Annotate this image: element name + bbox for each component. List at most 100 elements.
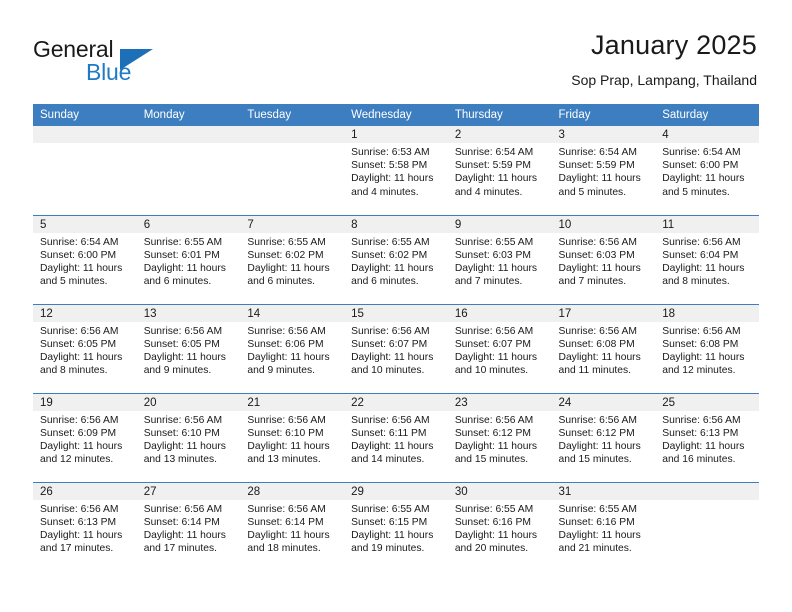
calendar-day-cell[interactable]: 18 Sunrise: 6:56 AM Sunset: 6:08 PM Dayligh… (655, 303, 759, 393)
day-detail-daylight2: and 6 minutes. (351, 276, 419, 288)
day-detail-sunrise: Sunrise: 6:56 AM (454, 414, 534, 426)
day-detail-sunrise: Sunrise: 6:54 AM (558, 147, 637, 158)
day-details: Sunrise: 6:55 AM Sunset: 6:02 PM Daylight:… (344, 233, 448, 289)
calendar-day-cell[interactable]: 28 Sunrise: 6:56 AM Sunset: 6:14 PM Dayligh… (240, 481, 345, 571)
calendar-day-cell[interactable]: 23 Sunrise: 6:56 AM Sunset: 6:12 PM Dayligh… (447, 392, 552, 482)
day-details: Sunrise: 6:56 AM Sunset: 6:04 PM Daylight:… (655, 233, 759, 289)
day-details: Sunrise: 6:54 AM Sunset: 6:00 PM Daylight:… (33, 233, 137, 289)
day-detail-sunset: Sunset: 6:11 PM (351, 427, 427, 439)
calendar-day-cell[interactable]: 29 Sunrise: 6:55 AM Sunset: 6:15 PM Dayligh… (344, 481, 448, 571)
day-detail-daylight1: Daylight: 11 hours (662, 262, 745, 274)
day-detail-daylight2: and 12 minutes. (662, 365, 736, 377)
day-detail-sunrise: Sunrise: 6:56 AM (40, 325, 119, 337)
day-detail-daylight2: and 14 minutes. (351, 454, 425, 466)
day-detail-sunrise: Sunrise: 6:56 AM (247, 503, 326, 515)
day-detail-daylight1: Daylight: 11 hours (143, 529, 226, 541)
day-details: Sunrise: 6:56 AM Sunset: 6:14 PM Daylight:… (240, 500, 344, 556)
day-detail-sunrise: Sunrise: 6:56 AM (351, 414, 430, 426)
day-detail-sunrise: Sunrise: 6:56 AM (247, 414, 326, 426)
calendar-day-cell[interactable]: 17 Sunrise: 6:56 AM Sunset: 6:08 PM Dayligh… (551, 303, 656, 393)
day-detail-daylight2: and 17 minutes. (40, 543, 114, 555)
calendar-day-cell[interactable]: 4 Sunrise: 6:54 AM Sunset: 6:00 PM Daylight… (655, 126, 759, 215)
day-detail-sunset: Sunset: 6:06 PM (247, 338, 324, 350)
day-number: 3 (551, 126, 656, 143)
calendar-day-cell[interactable]: 2 Sunrise: 6:54 AM Sunset: 5:59 PM Daylight… (447, 126, 552, 215)
calendar-day-cell-empty (240, 126, 345, 215)
calendar-day-cell-empty (655, 481, 759, 571)
day-detail-sunrise: Sunrise: 6:55 AM (247, 236, 326, 248)
day-number: 26 (33, 482, 137, 500)
day-detail-sunset: Sunset: 6:08 PM (558, 338, 635, 350)
day-detail-sunset: Sunset: 6:08 PM (662, 338, 739, 350)
day-detail-daylight2: and 19 minutes. (351, 543, 425, 555)
calendar-day-cell[interactable]: 10 Sunrise: 6:56 AM Sunset: 6:03 PM Dayligh… (551, 214, 656, 304)
calendar-day-cell[interactable]: 22 Sunrise: 6:56 AM Sunset: 6:11 PM Dayligh… (344, 392, 448, 482)
calendar-day-cell[interactable]: 5 Sunrise: 6:54 AM Sunset: 6:00 PM Daylight… (33, 214, 137, 304)
day-detail-sunset: Sunset: 6:10 PM (143, 427, 220, 439)
day-number: 22 (344, 393, 448, 411)
calendar-day-cell[interactable]: 26 Sunrise: 6:56 AM Sunset: 6:13 PM Dayligh… (33, 481, 137, 571)
day-detail-sunset: Sunset: 6:15 PM (351, 516, 428, 528)
calendar-day-cell[interactable]: 30 Sunrise: 6:55 AM Sunset: 6:16 PM Dayligh… (447, 481, 552, 571)
day-detail-sunset: Sunset: 6:12 PM (558, 427, 635, 439)
day-details: Sunrise: 6:56 AM Sunset: 6:13 PM Daylight:… (655, 411, 759, 467)
logo-text-blue: Blue (86, 59, 132, 85)
day-detail-sunset: Sunset: 6:16 PM (558, 516, 635, 528)
day-detail-daylight1: Daylight: 11 hours (351, 173, 434, 185)
day-detail-sunset: Sunset: 5:59 PM (454, 160, 531, 172)
day-detail-sunrise: Sunrise: 6:56 AM (662, 414, 741, 426)
day-detail-daylight2: and 9 minutes. (143, 365, 212, 377)
day-number: 13 (136, 304, 241, 322)
day-detail-daylight1: Daylight: 11 hours (662, 351, 745, 363)
calendar-day-cell[interactable]: 21 Sunrise: 6:56 AM Sunset: 6:10 PM Dayligh… (240, 392, 345, 482)
day-detail-daylight1: Daylight: 11 hours (558, 262, 641, 274)
day-number: 16 (447, 304, 552, 322)
calendar-day-cell-empty (136, 126, 241, 215)
day-detail-daylight1: Daylight: 11 hours (40, 351, 123, 363)
day-details: Sunrise: 6:56 AM Sunset: 6:05 PM Daylight:… (137, 322, 241, 378)
day-detail-daylight1: Daylight: 11 hours (558, 440, 641, 452)
calendar-day-cell[interactable]: 11 Sunrise: 6:56 AM Sunset: 6:04 PM Dayligh… (655, 214, 759, 304)
calendar-day-cell[interactable]: 12 Sunrise: 6:56 AM Sunset: 6:05 PM Dayligh… (33, 303, 137, 393)
day-detail-daylight1: Daylight: 11 hours (454, 262, 538, 274)
general-blue-logo[interactable]: General Blue (33, 36, 233, 92)
calendar-day-cell[interactable]: 31 Sunrise: 6:55 AM Sunset: 6:16 PM Dayligh… (551, 481, 656, 571)
calendar-day-cell[interactable]: 1 Sunrise: 6:53 AM Sunset: 5:58 PM Daylight… (344, 126, 448, 215)
day-detail-sunset: Sunset: 6:10 PM (247, 427, 324, 439)
calendar-day-cell[interactable]: 7 Sunrise: 6:55 AM Sunset: 6:02 PM Daylight… (240, 214, 345, 304)
calendar-day-cell[interactable]: 25 Sunrise: 6:56 AM Sunset: 6:13 PM Dayligh… (655, 392, 759, 482)
day-detail-daylight1: Daylight: 11 hours (558, 529, 641, 541)
calendar-day-cell[interactable]: 19 Sunrise: 6:56 AM Sunset: 6:09 PM Dayligh… (33, 392, 137, 482)
day-detail-daylight2: and 8 minutes. (40, 365, 108, 377)
calendar-day-cell[interactable]: 13 Sunrise: 6:56 AM Sunset: 6:05 PM Dayligh… (136, 303, 241, 393)
calendar-header-row: Sunday Monday Tuesday Wednesday Thursday Frid… (33, 104, 759, 126)
day-detail-daylight1: Daylight: 11 hours (247, 262, 330, 274)
day-detail-daylight2: and 5 minutes. (40, 276, 108, 288)
day-number: 23 (447, 393, 552, 411)
calendar-day-cell[interactable]: 3 Sunrise: 6:54 AM Sunset: 5:59 PM Daylight… (551, 126, 656, 215)
calendar-day-cell[interactable]: 16 Sunrise: 6:56 AM Sunset: 6:07 PM Dayligh… (447, 303, 552, 393)
day-detail-daylight2: and 18 minutes. (247, 543, 321, 555)
day-detail-daylight2: and 15 minutes. (454, 454, 529, 466)
day-details: Sunrise: 6:56 AM Sunset: 6:07 PM Daylight:… (344, 322, 448, 378)
day-detail-sunrise: Sunrise: 6:56 AM (143, 414, 223, 426)
calendar-day-cell[interactable]: 9 Sunrise: 6:55 AM Sunset: 6:03 PM Daylight… (447, 214, 552, 304)
calendar-day-cell[interactable]: 6 Sunrise: 6:55 AM Sunset: 6:01 PM Daylight… (136, 214, 241, 304)
day-detail-daylight1: Daylight: 11 hours (40, 262, 123, 274)
calendar-day-cell[interactable]: 24 Sunrise: 6:56 AM Sunset: 6:12 PM Dayligh… (551, 392, 656, 482)
day-details: Sunrise: 6:54 AM Sunset: 5:59 PM Daylight:… (448, 143, 552, 199)
day-detail-sunset: Sunset: 6:05 PM (143, 338, 220, 350)
day-detail-daylight2: and 10 minutes. (454, 365, 529, 377)
calendar-day-cell[interactable]: 27 Sunrise: 6:56 AM Sunset: 6:14 PM Dayligh… (136, 481, 241, 571)
calendar-day-cell[interactable]: 8 Sunrise: 6:55 AM Sunset: 6:02 PM Daylight… (344, 214, 448, 304)
day-detail-sunset: Sunset: 6:13 PM (662, 427, 739, 439)
day-detail-sunrise: Sunrise: 6:54 AM (40, 236, 119, 248)
day-number: 21 (240, 393, 345, 411)
calendar-day-cell[interactable]: 14 Sunrise: 6:56 AM Sunset: 6:06 PM Dayligh… (240, 303, 345, 393)
day-number: 20 (136, 393, 241, 411)
day-detail-daylight1: Daylight: 11 hours (662, 173, 745, 185)
calendar-day-cell[interactable]: 20 Sunrise: 6:56 AM Sunset: 6:10 PM Dayligh… (136, 392, 241, 482)
day-details: Sunrise: 6:56 AM Sunset: 6:14 PM Daylight:… (137, 500, 241, 556)
weekday-header-friday: Friday (551, 104, 656, 126)
calendar-day-cell[interactable]: 15 Sunrise: 6:56 AM Sunset: 6:07 PM Dayligh… (344, 303, 448, 393)
